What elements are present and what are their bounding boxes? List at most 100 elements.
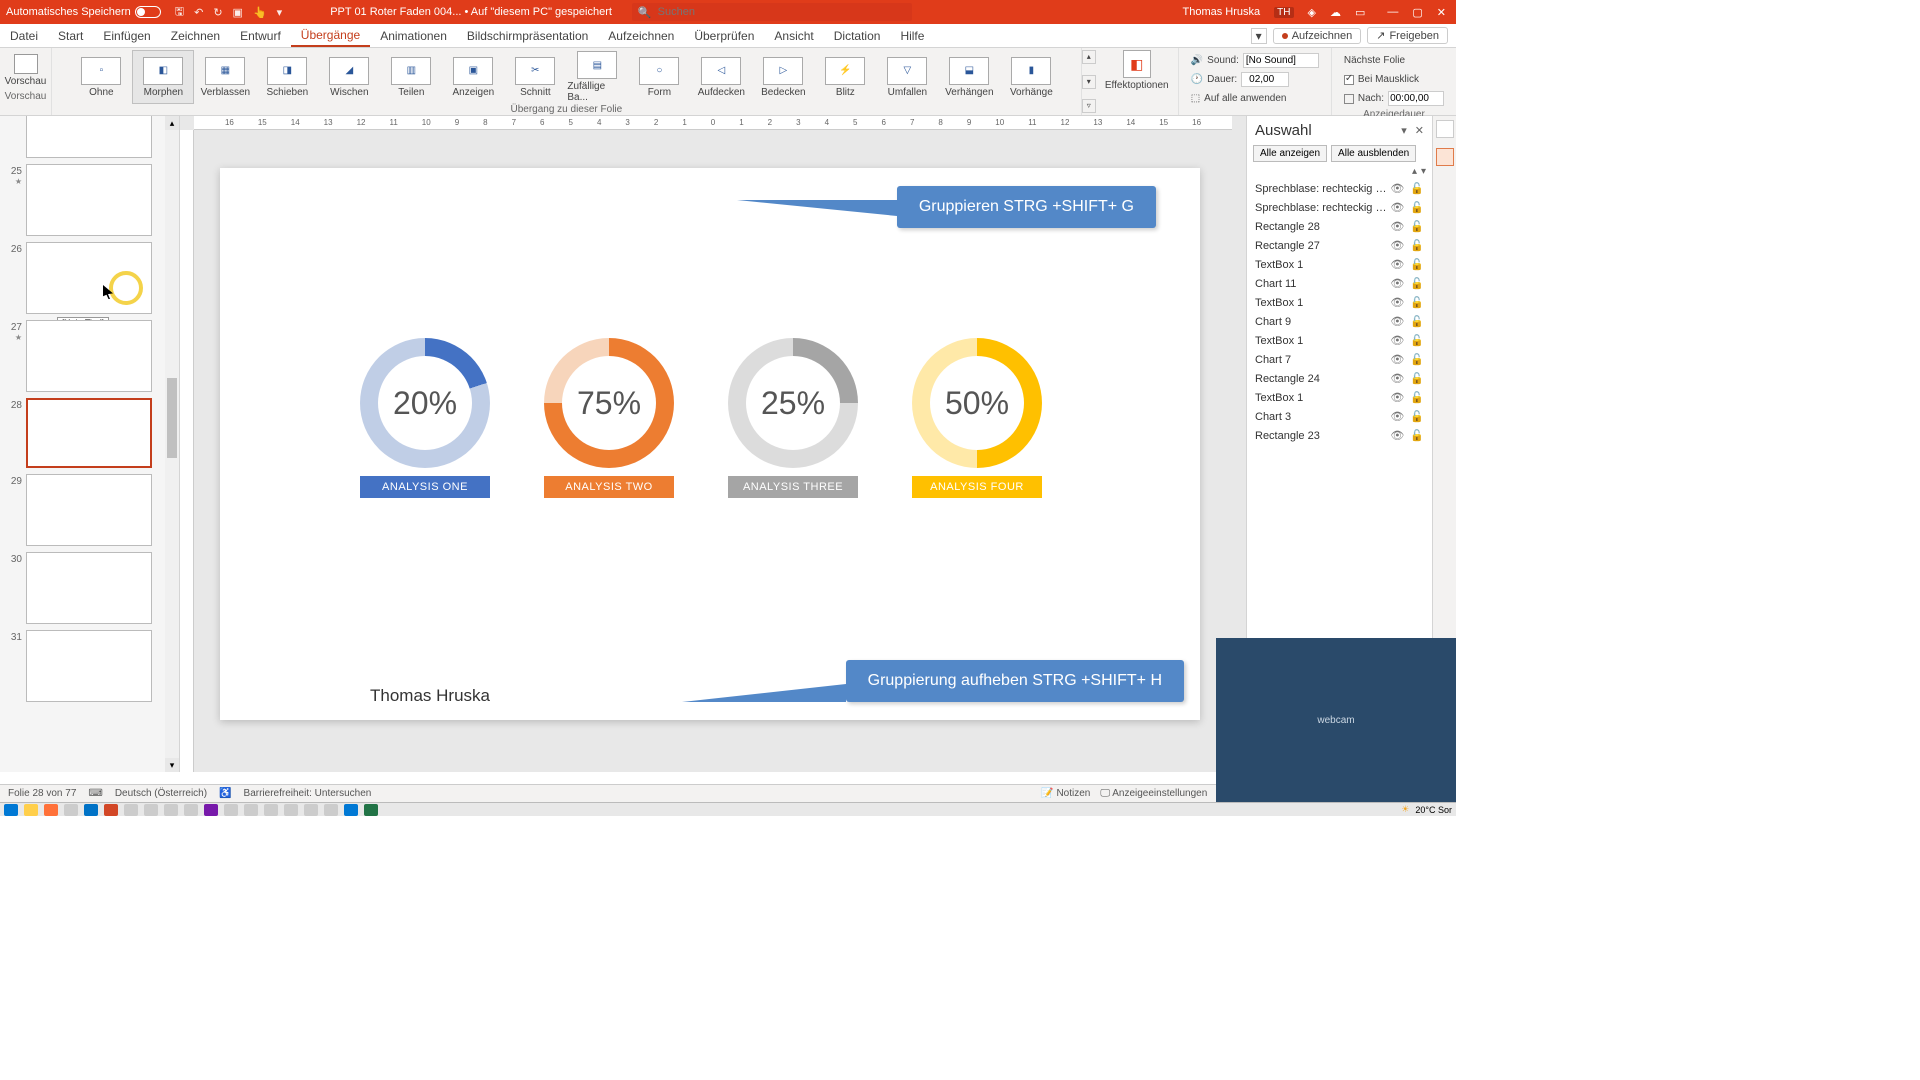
lock-icon[interactable]: 🔓 <box>1410 391 1424 404</box>
scroll-thumb[interactable] <box>167 378 177 458</box>
effect-options-button[interactable]: ◧ Effektoptionen <box>1106 50 1168 91</box>
powerpoint-icon[interactable] <box>104 804 118 816</box>
selection-item[interactable]: Chart 3👁🔓 <box>1251 407 1428 426</box>
transition-schnitt[interactable]: ✂Schnitt <box>504 50 566 104</box>
minimize-icon[interactable]: — <box>1387 6 1398 19</box>
tab-überprüfen[interactable]: Überprüfen <box>684 24 764 47</box>
more-icon[interactable]: ▾ <box>277 6 283 19</box>
eye-icon[interactable]: 👁 <box>1390 220 1404 233</box>
outlook-icon[interactable] <box>84 804 98 816</box>
redo-icon[interactable]: ↻ <box>213 6 222 19</box>
sidetab-selection[interactable] <box>1436 148 1454 166</box>
eye-icon[interactable]: 👁 <box>1390 334 1404 347</box>
tab-start[interactable]: Start <box>48 24 93 47</box>
tab-datei[interactable]: Datei <box>0 24 48 47</box>
tab-ansicht[interactable]: Ansicht <box>764 24 823 47</box>
tab-zeichnen[interactable]: Zeichnen <box>161 24 230 47</box>
donut-charts-row[interactable]: 20%ANALYSIS ONE75%ANALYSIS TWO25%ANALYSI… <box>360 338 1042 498</box>
start-icon[interactable] <box>4 804 18 816</box>
slide-canvas[interactable]: 1615141312111098765432101234567891011121… <box>180 116 1246 772</box>
weather-text[interactable]: 20°C Sor <box>1415 805 1452 815</box>
transition-verhängen[interactable]: ⬓Verhängen <box>938 50 1000 104</box>
excel-icon[interactable] <box>364 804 378 816</box>
thumbnail-30[interactable]: 30 <box>4 552 161 624</box>
selection-item[interactable]: Rectangle 28👁🔓 <box>1251 217 1428 236</box>
dropdown-icon[interactable]: ▾ <box>1401 124 1407 137</box>
callout-group[interactable]: Gruppieren STRG +SHIFT+ G <box>897 186 1156 228</box>
weather-icon[interactable]: ☀ <box>1401 804 1409 815</box>
search-input[interactable] <box>658 6 906 18</box>
selection-item[interactable]: Chart 9👁🔓 <box>1251 312 1428 331</box>
current-slide[interactable]: Gruppieren STRG +SHIFT+ G 20%ANALYSIS ON… <box>220 168 1200 720</box>
selection-item[interactable]: TextBox 1👁🔓 <box>1251 293 1428 312</box>
selection-item[interactable]: Sprechblase: rechteckig m...👁🔓 <box>1251 179 1428 198</box>
thumbnail-26[interactable]: 26[Kein Titel] <box>4 242 161 314</box>
lang-icon[interactable]: ⌨ <box>88 788 102 799</box>
gallery-scroll[interactable]: ▴▾▿ <box>1082 48 1096 115</box>
thumbnail-31[interactable]: 31 <box>4 630 161 702</box>
transitions-gallery[interactable]: ▫Ohne◧Morphen▦Verblassen◨Schieben◢Wische… <box>70 50 1062 104</box>
thumb-scrollbar[interactable]: ▴ ▾ <box>165 116 179 772</box>
selection-item[interactable]: Chart 7👁🔓 <box>1251 350 1428 369</box>
eye-icon[interactable]: 👁 <box>1390 372 1404 385</box>
eye-icon[interactable]: 👁 <box>1390 258 1404 271</box>
lock-icon[interactable]: 🔓 <box>1410 296 1424 309</box>
lock-icon[interactable]: 🔓 <box>1410 410 1424 423</box>
app-icon[interactable] <box>304 804 318 816</box>
donut-chart-2[interactable]: 75%ANALYSIS TWO <box>544 338 674 498</box>
selection-item[interactable]: Rectangle 27👁🔓 <box>1251 236 1428 255</box>
show-all-button[interactable]: Alle anzeigen <box>1253 145 1327 162</box>
record-button[interactable]: Aufzeichnen <box>1273 28 1362 44</box>
eye-icon[interactable]: 👁 <box>1390 315 1404 328</box>
app-icon[interactable] <box>184 804 198 816</box>
tab-hilfe[interactable]: Hilfe <box>890 24 934 47</box>
tab-dictation[interactable]: Dictation <box>824 24 891 47</box>
lock-icon[interactable]: 🔓 <box>1410 182 1424 195</box>
transition-wischen[interactable]: ◢Wischen <box>318 50 380 104</box>
hide-all-button[interactable]: Alle ausblenden <box>1331 145 1416 162</box>
lock-icon[interactable]: 🔓 <box>1410 239 1424 252</box>
thumbnail-partial[interactable] <box>4 116 161 158</box>
transition-teilen[interactable]: ▥Teilen <box>380 50 442 104</box>
close-pane-icon[interactable]: ✕ <box>1415 124 1424 137</box>
lock-icon[interactable]: 🔓 <box>1410 220 1424 233</box>
eye-icon[interactable]: 👁 <box>1390 182 1404 195</box>
thumbnail-28[interactable]: 28 <box>4 398 161 468</box>
donut-chart-4[interactable]: 50%ANALYSIS FOUR <box>912 338 1042 498</box>
selection-item[interactable]: TextBox 1👁🔓 <box>1251 331 1428 350</box>
tab-animationen[interactable]: Animationen <box>370 24 457 47</box>
eye-icon[interactable]: 👁 <box>1390 391 1404 404</box>
after-input[interactable] <box>1388 91 1444 106</box>
sidetab-1[interactable] <box>1436 120 1454 138</box>
transition-ohne[interactable]: ▫Ohne <box>70 50 132 104</box>
transition-vorhänge[interactable]: ▮Vorhänge <box>1000 50 1062 104</box>
eye-icon[interactable]: 👁 <box>1390 410 1404 423</box>
eye-icon[interactable]: 👁 <box>1390 201 1404 214</box>
eye-icon[interactable]: 👁 <box>1390 277 1404 290</box>
present-icon[interactable]: ▣ <box>233 6 243 19</box>
transition-aufdecken[interactable]: ◁Aufdecken <box>690 50 752 104</box>
selection-item[interactable]: TextBox 1👁🔓 <box>1251 255 1428 274</box>
share-button[interactable]: ↗Freigeben <box>1367 27 1448 44</box>
close-icon[interactable]: ✕ <box>1437 6 1446 19</box>
lock-icon[interactable]: 🔓 <box>1410 258 1424 271</box>
app-icon[interactable] <box>324 804 338 816</box>
scroll-up-icon[interactable]: ▴ <box>165 116 179 130</box>
eye-icon[interactable]: 👁 <box>1390 296 1404 309</box>
eye-icon[interactable]: 👁 <box>1390 429 1404 442</box>
tab-aufzeichnen[interactable]: Aufzeichnen <box>598 24 684 47</box>
selection-item[interactable]: TextBox 1👁🔓 <box>1251 388 1428 407</box>
search-box[interactable]: 🔍 <box>632 3 912 21</box>
tab-entwurf[interactable]: Entwurf <box>230 24 291 47</box>
user-name[interactable]: Thomas Hruska <box>1183 6 1261 18</box>
app-icon[interactable] <box>124 804 138 816</box>
cloud-icon[interactable]: ☁ <box>1330 6 1341 19</box>
selection-item[interactable]: Sprechblase: rechteckig m...👁🔓 <box>1251 198 1428 217</box>
transition-schieben[interactable]: ◨Schieben <box>256 50 318 104</box>
touch-icon[interactable]: 👆 <box>253 6 267 19</box>
chrome-icon[interactable] <box>64 804 78 816</box>
selection-item[interactable]: Rectangle 23👁🔓 <box>1251 426 1428 445</box>
preview-button[interactable]: Vorschau <box>0 50 52 91</box>
undo-icon[interactable]: ↶ <box>194 6 203 19</box>
duration-input[interactable] <box>1241 72 1289 87</box>
